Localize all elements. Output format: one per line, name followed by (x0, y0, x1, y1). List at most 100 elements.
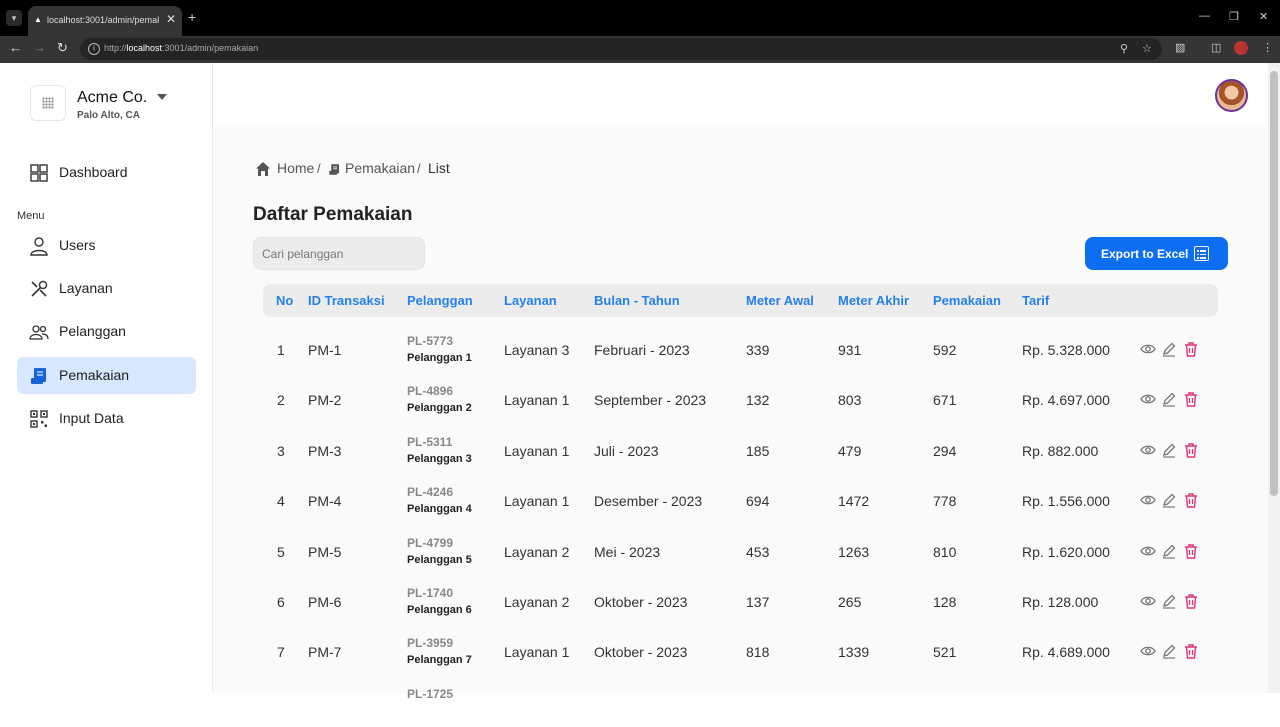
table-row[interactable]: PL-1725 (263, 677, 1218, 727)
avatar[interactable] (1215, 79, 1248, 112)
table-row[interactable]: 2 PM-2 PL-4896 Pelanggan 2 Layanan 1 Septembe… (263, 374, 1218, 424)
delete-trash-icon[interactable] (1183, 593, 1199, 609)
cell-pemakaian: 778 (933, 493, 957, 510)
restore-icon[interactable]: ❐ (1229, 10, 1239, 23)
view-eye-icon[interactable] (1140, 643, 1156, 659)
view-eye-icon[interactable] (1140, 543, 1156, 559)
org-dropdown-caret-icon[interactable] (157, 94, 167, 100)
menu-heading: Menu (17, 210, 45, 222)
cell-layanan: Layanan 1 (504, 442, 570, 459)
table-row[interactable]: 1 PM-1 PL-5773 Pelanggan 1 Layanan 3 Februari… (263, 324, 1218, 374)
profile-icon[interactable] (1234, 41, 1248, 55)
cell-no: 2 (277, 392, 285, 409)
table-row[interactable]: 5 PM-5 PL-4799 Pelanggan 5 Layanan 2 Mei - 20… (263, 526, 1218, 576)
table-header: No ID Transaksi Pelanggan Layanan Bulan … (263, 284, 1218, 317)
browser-toolbar: ← → ↻ i http://localhost:3001/admin/pema… (0, 36, 1280, 63)
sidebar-item-pemakaian[interactable]: Pemakaian (17, 357, 196, 394)
view-eye-icon[interactable] (1140, 442, 1156, 458)
minimize-icon[interactable]: — (1199, 10, 1210, 22)
org-name[interactable]: Acme Co. (77, 89, 147, 107)
edit-pencil-icon[interactable] (1161, 442, 1177, 458)
delete-trash-icon[interactable] (1183, 391, 1199, 408)
cell-tarif: Rp. 5.328.000 (1022, 342, 1110, 358)
edit-pencil-icon[interactable] (1161, 593, 1177, 609)
page-scrollbar[interactable] (1268, 63, 1280, 693)
table-row[interactable]: 7 PM-7 PL-3959 Pelanggan 7 Layanan 1 Oktober … (263, 626, 1218, 676)
site-info-icon[interactable]: i (88, 43, 100, 55)
sidebar-item-users[interactable]: Users (17, 227, 196, 264)
delete-trash-icon[interactable] (1183, 543, 1199, 559)
sidebar-item-layanan[interactable]: Layanan (17, 270, 196, 307)
tab-list-chevron-icon[interactable]: ▾ (6, 10, 22, 26)
cell-pemakaian: 592 (933, 342, 957, 358)
users-icon (29, 325, 49, 340)
sidebar-item-label: Dashboard (59, 164, 128, 180)
delete-trash-icon[interactable] (1183, 643, 1199, 660)
cell-id-transaksi: PM-5 (308, 543, 342, 560)
address-bar[interactable]: i http://localhost:3001/admin/pemakaian … (80, 38, 1162, 60)
edit-pencil-icon[interactable] (1161, 643, 1177, 659)
sidebar: Acme Co. Palo Alto, CA Dashboard Menu Us… (0, 63, 213, 693)
sidebar-item-dashboard[interactable]: Dashboard (17, 154, 196, 191)
breadcrumb-pemakaian[interactable]: Pemakaian (345, 160, 415, 176)
edit-pencil-icon[interactable] (1161, 391, 1177, 407)
cell-customer-id: PL-4896 (407, 384, 454, 399)
table-row[interactable]: 3 PM-3 PL-5311 Pelanggan 3 Layanan 1 Juli - 2… (263, 425, 1218, 475)
cell-id-transaksi: PM-7 (308, 644, 342, 661)
scrollbar-thumb[interactable] (1270, 71, 1278, 496)
favicon-icon: ▲ (34, 15, 42, 24)
cell-tarif: Rp. 882.000 (1022, 442, 1099, 459)
cell-customer-name: Pelanggan 6 (407, 604, 472, 616)
sidebar-item-label: Layanan (59, 280, 113, 296)
column-header-meter-awal: Meter Awal (746, 293, 814, 308)
main-content: Home / Pemakaian / List Daftar Pemakaian… (213, 127, 1268, 701)
reload-icon[interactable]: ↻ (57, 40, 68, 56)
view-eye-icon[interactable] (1140, 391, 1156, 407)
tab-close-icon[interactable]: ✕ (166, 12, 176, 26)
breadcrumb-separator: / (317, 161, 321, 176)
side-panel-icon[interactable]: ◫ (1211, 41, 1221, 54)
back-icon[interactable]: ← (9, 40, 22, 55)
cell-no: 5 (277, 543, 285, 560)
window-close-icon[interactable]: ✕ (1259, 10, 1268, 23)
cell-no: 6 (277, 594, 285, 610)
breadcrumb-home[interactable]: Home (277, 160, 314, 176)
cell-layanan: Layanan 2 (504, 543, 570, 560)
sidebar-item-label: Pemakaian (59, 367, 130, 383)
bookmark-star-icon[interactable]: ☆ (1142, 42, 1152, 55)
cell-meter-awal: 185 (746, 442, 770, 459)
cell-meter-akhir: 1339 (838, 644, 870, 661)
export-excel-button[interactable]: Export to Excel (1085, 237, 1228, 270)
edit-pencil-icon[interactable] (1161, 492, 1177, 508)
zoom-icon[interactable]: ⚲ (1120, 42, 1128, 55)
edit-pencil-icon[interactable] (1161, 341, 1177, 357)
column-header-bulan-tahun: Bulan - Tahun (594, 293, 680, 308)
cell-tarif: Rp. 128.000 (1022, 594, 1099, 610)
sidebar-item-pelanggan[interactable]: Pelanggan (17, 313, 196, 350)
new-tab-icon[interactable]: + (188, 9, 196, 25)
cell-layanan: Layanan 2 (504, 594, 570, 610)
browser-menu-icon[interactable]: ⋮ (1262, 41, 1273, 54)
browser-tab[interactable]: ▲ localhost:3001/admin/pemakaian ✕ (28, 6, 182, 36)
cell-pemakaian: 810 (933, 543, 957, 560)
column-header-pemakaian: Pemakaian (933, 293, 1001, 308)
extensions-icon[interactable]: ▧ (1175, 41, 1185, 54)
view-eye-icon[interactable] (1140, 593, 1156, 609)
view-eye-icon[interactable] (1140, 492, 1156, 508)
forward-icon[interactable]: → (33, 40, 46, 55)
cell-customer-name: Pelanggan 3 (407, 452, 472, 465)
delete-trash-icon[interactable] (1183, 341, 1199, 357)
table-row[interactable]: 4 PM-4 PL-4246 Pelanggan 4 Layanan 1 Desember… (263, 475, 1218, 525)
table-row[interactable]: 6 PM-6 PL-1740 Pelanggan 6 Layanan 2 Oktober … (263, 576, 1218, 626)
page-title: Daftar Pemakaian (253, 204, 413, 225)
sidebar-item-input-data[interactable]: Input Data (17, 400, 196, 437)
delete-trash-icon[interactable] (1183, 492, 1199, 508)
cell-meter-awal: 132 (746, 392, 770, 409)
edit-pencil-icon[interactable] (1161, 543, 1177, 559)
cell-no: 3 (277, 442, 285, 459)
search-input[interactable] (253, 237, 425, 270)
cell-id-transaksi: PM-6 (308, 594, 342, 610)
delete-trash-icon[interactable] (1183, 442, 1199, 458)
cell-customer-id: PL-4799 (407, 535, 454, 550)
view-eye-icon[interactable] (1140, 341, 1156, 357)
